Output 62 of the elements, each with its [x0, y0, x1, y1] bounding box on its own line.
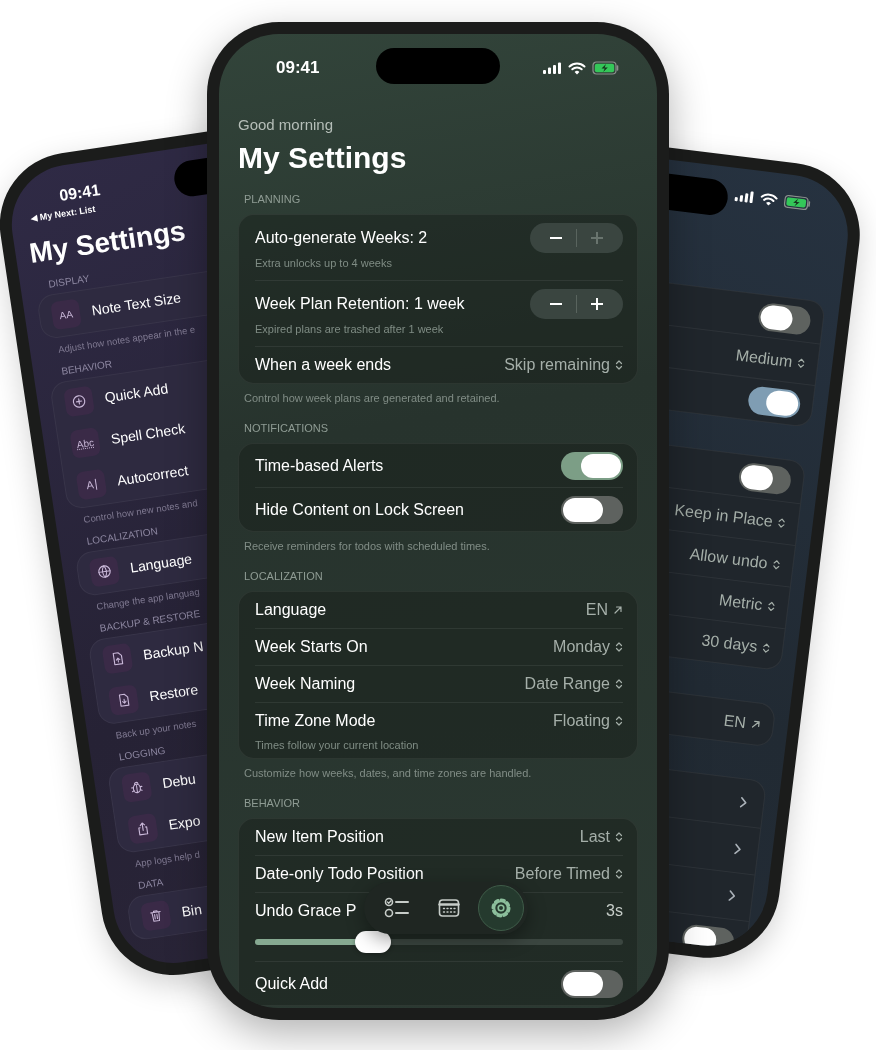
setting-label: Hide Content on Lock Screen: [255, 500, 464, 519]
language-link[interactable]: EN: [722, 711, 762, 734]
section-header: BEHAVIOR: [244, 797, 302, 810]
picker-button[interactable]: Before Timed: [514, 865, 623, 883]
picker-button[interactable]: Medium: [734, 345, 807, 373]
setting-label: Date-only Todo Position: [255, 865, 424, 883]
picker-button[interactable]: Date Range: [524, 675, 623, 693]
section-footer: Receive reminders for todos with scheduled times.: [244, 540, 638, 553]
setting-label: Quick Add: [255, 974, 328, 993]
section-footer: App logs help d: [134, 848, 201, 871]
section-footer: Back up your notes: [115, 717, 198, 742]
setting-label: Auto-generate Weeks: 2: [255, 229, 428, 247]
setting-value: 3s: [606, 902, 623, 920]
greeting-text: Good morning: [238, 116, 335, 134]
setting-description: Extra unlocks up to 4 weeks: [255, 257, 393, 270]
setting-label: Language: [255, 601, 327, 619]
page-title: My Settings: [238, 140, 408, 176]
setting-label: Autocorrect: [116, 462, 190, 489]
section-header: BEHAVIOR: [60, 358, 113, 378]
section-footer: Control how week plans are generated and retained.: [244, 392, 638, 405]
setting-label: New Item Position: [255, 828, 384, 846]
setting-label: Time-based Alerts: [255, 456, 384, 475]
picker-button[interactable]: Last: [579, 828, 623, 846]
picker-button[interactable]: 30 days: [700, 630, 772, 658]
section-header: DATA: [137, 876, 165, 892]
status-time: 09:41: [58, 180, 102, 206]
setting-label: Debu: [161, 770, 197, 792]
text-size-icon: AA: [50, 298, 82, 331]
setting-label: Bin: [180, 901, 203, 920]
setting-label: Language: [129, 550, 193, 576]
setting-description: Expired plans are trashed after 1 week: [255, 323, 445, 336]
language-link[interactable]: EN: [585, 601, 623, 619]
setting-label: Backup N: [142, 637, 205, 663]
setting-label: Week Plan Retention: 1 week: [255, 295, 465, 313]
setting-label: Quick Add: [103, 380, 170, 406]
picker-button[interactable]: Keep in Place: [673, 500, 787, 532]
section-header: LOCALIZATION: [244, 570, 324, 583]
picker-button[interactable]: Metric: [718, 590, 777, 616]
section-header: DISPLAY: [47, 272, 91, 291]
setting-label: Week Naming: [255, 675, 356, 693]
setting-label: When a week ends: [255, 356, 392, 374]
autocorrect-icon: A: [75, 468, 108, 501]
section-header: NOTIFICATIONS: [244, 422, 330, 435]
setting-label: Week Starts On: [255, 638, 368, 656]
picker-button[interactable]: Allow undo: [688, 544, 782, 574]
picker-button[interactable]: Skip remaining: [504, 356, 623, 374]
section-header: PLANNING: [244, 193, 302, 206]
setting-label: Undo Grace P: [255, 902, 357, 920]
spellcheck-icon: Abc: [69, 427, 102, 459]
status-time: 09:41: [276, 58, 320, 78]
setting-label: Time Zone Mode: [255, 712, 376, 730]
setting-description: Times follow your current location: [255, 739, 420, 752]
section-header: BACKUP & RESTORE: [99, 607, 201, 635]
section-footer: Customize how weeks, dates, and time zones are handled.: [244, 767, 638, 780]
section-header: LOGGING: [118, 744, 167, 764]
setting-label: Restore: [148, 681, 200, 705]
picker-button[interactable]: Monday: [553, 638, 623, 656]
back-link[interactable]: ◀ My Next: List: [29, 203, 97, 225]
picker-button[interactable]: Floating: [553, 712, 623, 730]
setting-label: Note Text Size: [90, 289, 182, 319]
setting-label: Spell Check: [109, 420, 187, 448]
setting-label: Expo: [167, 812, 202, 833]
